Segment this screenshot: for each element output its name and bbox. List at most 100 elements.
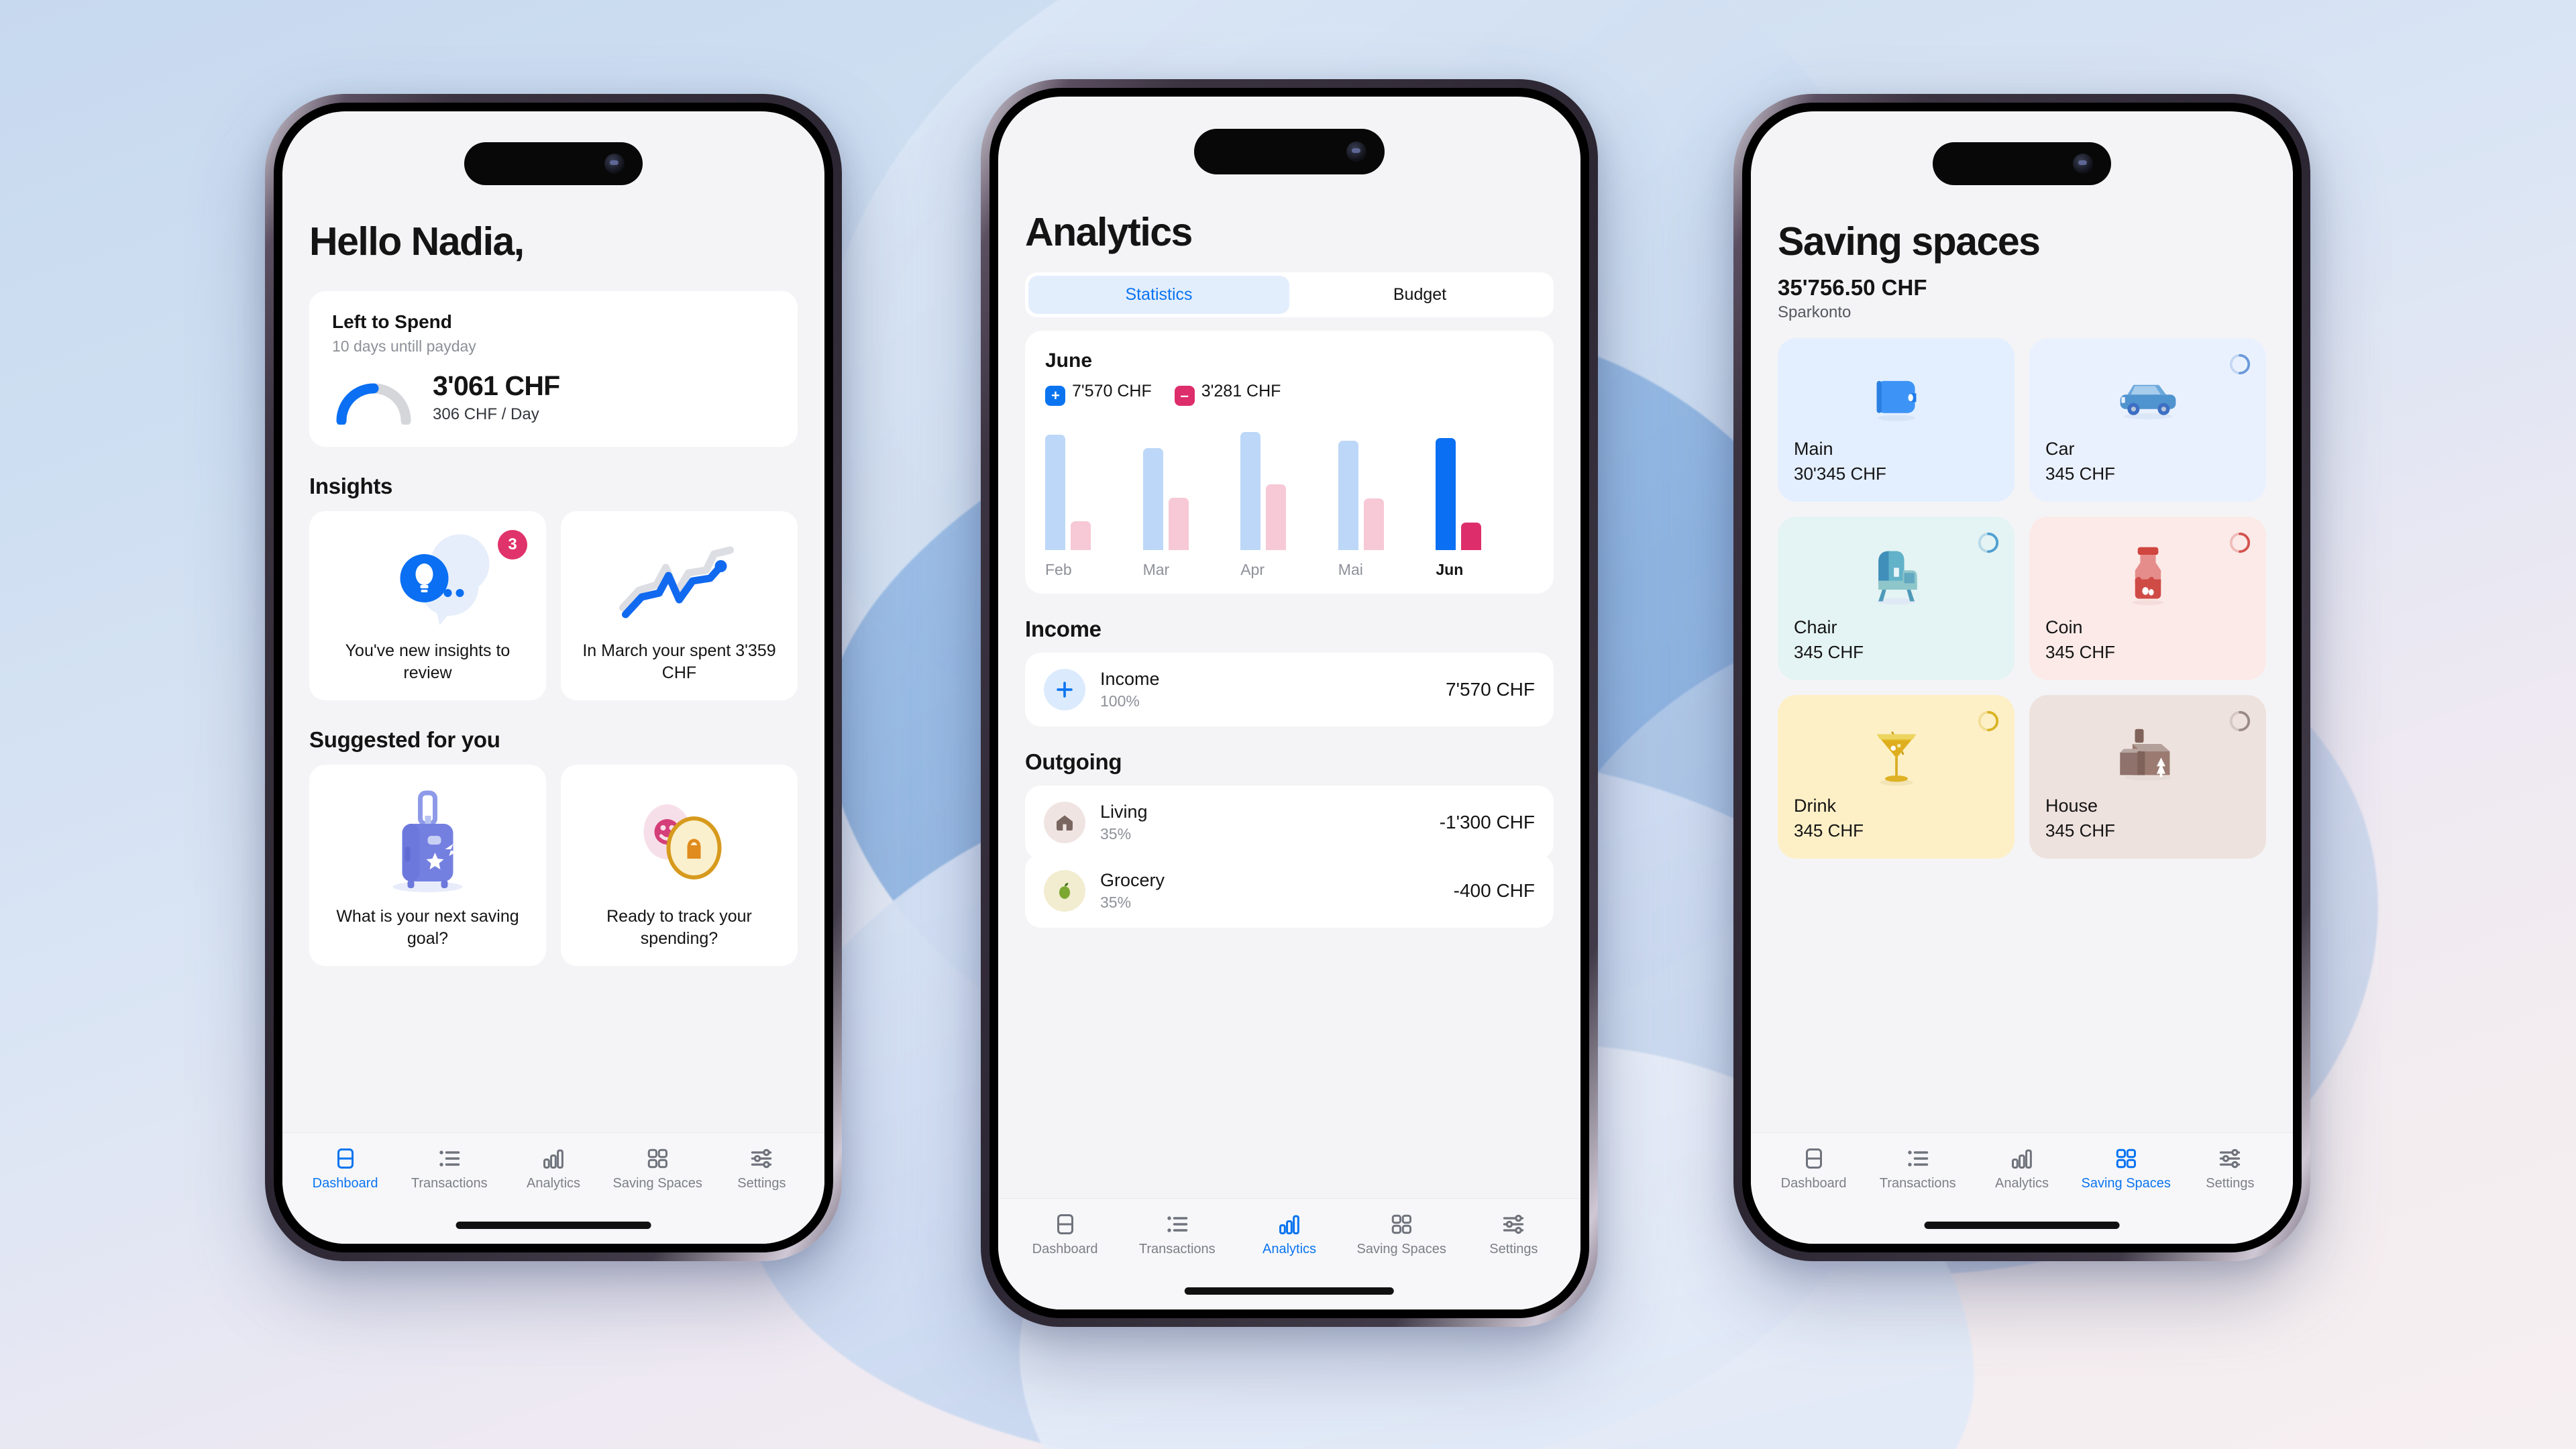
progress-ring-icon [1978,532,1999,553]
car-icon [2045,353,2250,439]
house-illustration-icon [2045,710,2250,796]
space-name: Main [1794,439,1833,459]
tab-statistics[interactable]: Statistics [1028,276,1289,314]
sidebar-item-settings[interactable]: Settings [1458,1212,1570,1309]
space-name: House [2045,796,2098,816]
bar-income [1338,441,1358,550]
left-to-spend-label: Left to Spend [332,311,452,332]
front-camera-icon [604,154,625,174]
sidebar-item-settings[interactable]: Settings [710,1146,814,1244]
sidebar-item-label: Dashboard [1032,1242,1098,1256]
saving-space-card[interactable]: Chair 345 CHF [1778,517,2015,680]
bar-group [1045,435,1143,550]
sidebar-item-dashboard[interactable]: Dashboard [293,1146,397,1244]
bar-income [1240,432,1261,550]
tab-budget[interactable]: Budget [1289,276,1550,314]
total-balance: 35'756.50 CHF [1778,275,1927,300]
row-value: -400 CHF [1453,880,1535,901]
suggested-caption: Ready to track your spending? [606,907,752,948]
coins-icon [576,782,783,896]
plus-icon [1044,669,1085,710]
sidebar-item-saving-spaces[interactable]: Saving Spaces [1346,1212,1458,1309]
home-indicator [1924,1222,2120,1229]
house-icon [1044,802,1085,843]
trend-line-icon [576,529,783,631]
insight-badge-count: 3 [498,530,527,559]
x-tick-label: Apr [1240,561,1265,578]
insight-caption: You've new insights to review [345,641,511,682]
wallet-icon [1794,353,1998,439]
bar-group [1240,432,1338,550]
sidebar-item-label: Settings [2206,1176,2255,1191]
sidebar-item-transactions[interactable]: Transactions [1866,1146,1970,1244]
saving-space-card[interactable]: Main 30'345 CHF [1778,338,2015,502]
table-row[interactable]: Living 35% -1'300 CHF [1025,786,1554,859]
bar-chart-icon [2012,1149,2032,1169]
sidebar-item-saving-spaces[interactable]: Saving Spaces [606,1146,710,1244]
suggested-caption: What is your next saving goal? [336,907,519,948]
suggested-card-goal[interactable]: What is your next saving goal? [309,765,546,966]
left-to-spend-card[interactable]: Left to Spend 10 days untill payday 3'06… [309,291,798,447]
bar-chart-plot [1045,426,1534,550]
insight-card-march[interactable]: In March your spent 3'359 CHF [561,511,798,700]
sidebar-item-label: Settings [1489,1242,1538,1256]
bar-income [1045,435,1065,550]
sidebar-item-analytics[interactable]: Analytics [1970,1146,2074,1244]
bar-income [1436,438,1456,550]
list-icon [1908,1150,1929,1167]
sidebar-item-transactions[interactable]: Transactions [397,1146,501,1244]
bar-group [1436,438,1534,550]
bar-outgoing [1168,498,1189,550]
sidebar-item-label: Settings [737,1176,786,1191]
sliders-icon [2220,1148,2241,1169]
saving-spaces-grid: Main 30'345 CHF Car 345 CHF Chair 345 CHF Coin… [1778,338,2266,859]
x-tick-label: Mai [1338,561,1363,578]
dashboard-icon [1805,1148,1822,1169]
page-title: Analytics [1025,210,1193,254]
bar-outgoing [1071,521,1091,550]
front-camera-icon [1346,142,1366,162]
bar-group [1142,448,1241,550]
bar-income [1142,448,1163,550]
sidebar-item-analytics[interactable]: Analytics [501,1146,605,1244]
space-value: 345 CHF [1794,642,1864,662]
saving-space-card[interactable]: House 345 CHF [2029,695,2266,859]
sidebar-item-settings[interactable]: Settings [2178,1146,2282,1244]
progress-ring-icon [1978,710,1999,732]
armchair-icon [1794,531,1998,617]
saving-space-card[interactable]: Coin 345 CHF [2029,517,2266,680]
bar-chart-icon [1279,1215,1299,1234]
sidebar-item-dashboard[interactable]: Dashboard [1762,1146,1866,1244]
row-name: Income [1100,669,1160,689]
suggested-card-track[interactable]: Ready to track your spending? [561,765,798,966]
sidebar-item-transactions[interactable]: Transactions [1121,1212,1233,1309]
sidebar-item-analytics[interactable]: Analytics [1233,1212,1345,1309]
table-row[interactable]: Income 100% 7'570 CHF [1025,653,1554,727]
sidebar-item-label: Transactions [1879,1176,1956,1191]
space-value: 345 CHF [2045,464,2116,484]
sidebar-item-saving-spaces[interactable]: Saving Spaces [2074,1146,2178,1244]
cocktail-icon [1794,710,1998,796]
sidebar-item-label: Transactions [1138,1242,1216,1256]
sidebar-item-label: Saving Spaces [1356,1242,1446,1256]
space-name: Coin [2045,617,2083,637]
saving-space-card[interactable]: Drink 345 CHF [1778,695,2015,859]
legend-income: +7'570 CHF [1045,382,1152,406]
sidebar-item-label: Analytics [526,1176,581,1191]
chart-x-axis: Feb Mar Apr Mai Jun [1045,561,1534,579]
row-name: Living [1100,802,1148,822]
insight-card-new[interactable]: 3 You've new insights to review [309,511,546,700]
saving-space-card[interactable]: Car 345 CHF [2029,338,2266,502]
table-row[interactable]: Grocery 35% -400 CHF [1025,854,1554,928]
sidebar-item-label: Dashboard [312,1176,378,1191]
sidebar-item-label: Transactions [411,1176,488,1191]
sidebar-item-dashboard[interactable]: Dashboard [1009,1212,1121,1309]
grid-icon [1391,1214,1412,1234]
row-name: Grocery [1100,870,1165,890]
insights-heading: Insights [309,474,393,498]
bar-outgoing [1266,484,1287,550]
suitcase-icon [324,782,531,896]
bar-outgoing [1363,498,1384,550]
sidebar-item-label: Analytics [1994,1176,2049,1191]
sidebar-item-label: Saving Spaces [2081,1176,2171,1191]
